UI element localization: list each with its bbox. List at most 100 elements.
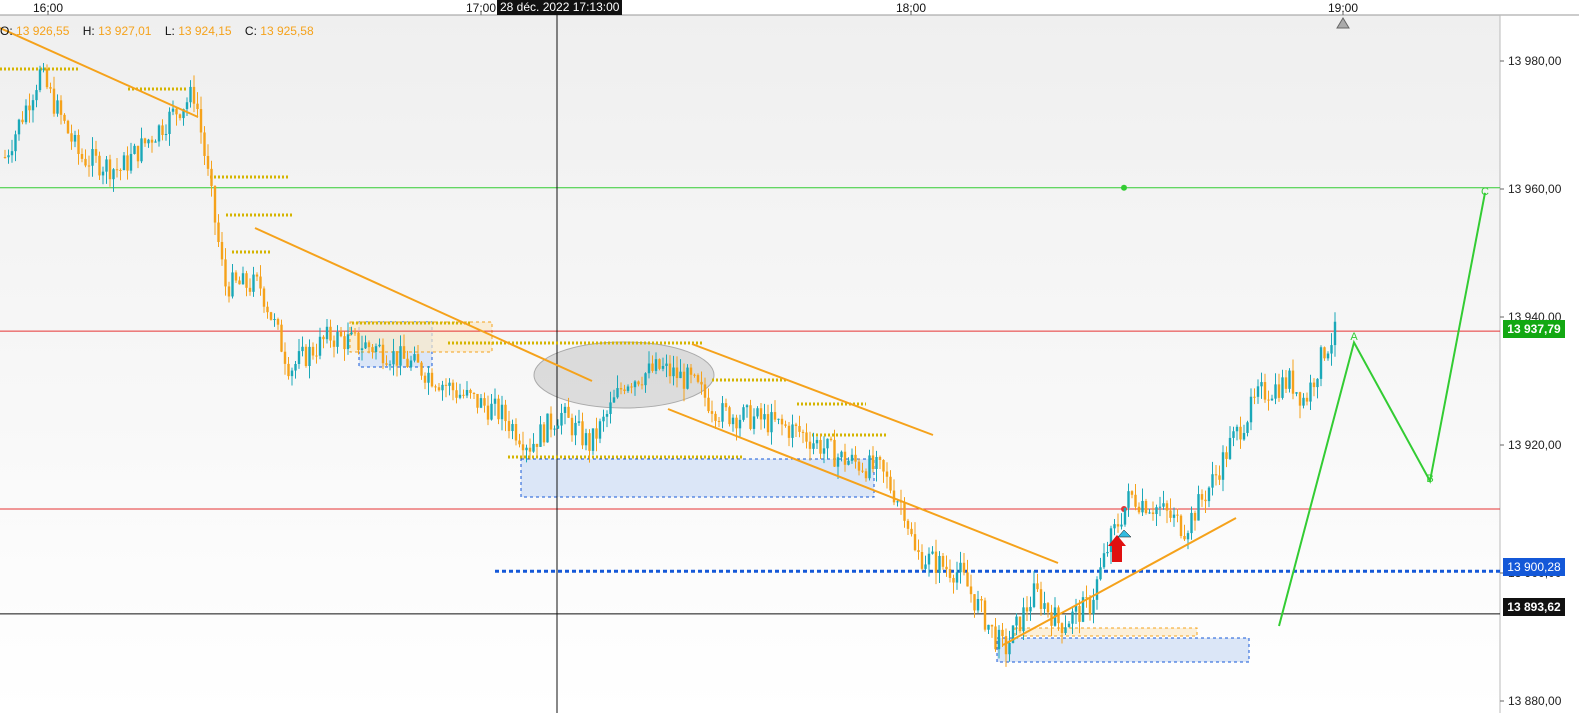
candle-body xyxy=(35,90,38,101)
candle-body xyxy=(1165,503,1169,511)
y-tick-label: 13 880,00 xyxy=(1508,694,1562,708)
candle-body xyxy=(819,439,822,454)
candle-body xyxy=(1291,370,1295,394)
demand-zone-box xyxy=(520,458,875,498)
candle-body xyxy=(882,459,885,472)
candle-body xyxy=(1029,606,1032,612)
candle-body xyxy=(1043,603,1046,609)
candle-body xyxy=(689,367,693,375)
candle-body xyxy=(1151,512,1155,515)
candle-body xyxy=(724,403,728,408)
candle-body xyxy=(511,424,514,432)
candle-body xyxy=(353,332,357,334)
price-chart[interactable]: A B C 16:00 17:00 18:00 19:00 13 880,00 13 900,… xyxy=(0,0,1579,713)
candle-body xyxy=(308,346,311,366)
candle-body xyxy=(500,404,504,420)
candle-body xyxy=(465,389,469,396)
candle-body xyxy=(1193,512,1197,521)
x-tick-label: 16:00 xyxy=(33,1,63,15)
candle-body xyxy=(304,346,308,366)
open-value: 13 926,55 xyxy=(16,24,70,38)
candle-body xyxy=(1186,533,1190,540)
candle-body xyxy=(633,381,637,388)
candle-body xyxy=(262,288,266,307)
candle-body xyxy=(605,413,609,417)
candle-body xyxy=(784,424,787,426)
candle-body xyxy=(112,169,115,180)
candle xyxy=(546,413,549,443)
candle-body xyxy=(1204,499,1207,502)
candle-body xyxy=(1253,396,1256,398)
candle-body xyxy=(717,420,721,422)
candle-body xyxy=(444,384,448,386)
chart-area[interactable]: A B C 16:00 17:00 18:00 19:00 13 880,00 13 900,… xyxy=(0,0,1579,713)
candle-body xyxy=(224,259,227,287)
candle-body xyxy=(927,553,931,565)
candle-body xyxy=(1074,606,1078,612)
candle-body xyxy=(269,312,273,320)
candle-body xyxy=(1225,452,1228,459)
candle-body xyxy=(773,412,777,420)
close-label: C: xyxy=(244,24,257,38)
candle-body xyxy=(1239,426,1242,440)
candle-body xyxy=(868,455,871,479)
crosshair-time-label: 28 déc. 2022 17:13:00 xyxy=(497,0,623,15)
candle-body xyxy=(1211,474,1214,488)
candle-body xyxy=(1295,392,1298,394)
candle-body xyxy=(976,599,980,611)
candle-body xyxy=(476,393,479,408)
candle-body xyxy=(941,555,945,567)
candle-body xyxy=(437,387,441,391)
candle-body xyxy=(350,332,353,335)
candle-body xyxy=(423,375,427,383)
candle-body xyxy=(1134,494,1137,507)
candle-body xyxy=(1200,494,1204,500)
candle-body xyxy=(910,528,913,535)
candle-body xyxy=(668,363,672,377)
candle-body xyxy=(934,551,938,573)
candle-body xyxy=(556,425,560,429)
high-value: 13 927,01 xyxy=(98,24,152,38)
candle-body xyxy=(1008,643,1011,655)
candle-body xyxy=(1071,611,1074,624)
close-value: 13 925,58 xyxy=(260,24,314,38)
candle-body xyxy=(1323,347,1326,359)
candle-body xyxy=(1330,345,1333,354)
candle-body xyxy=(280,324,283,352)
candle-body xyxy=(59,100,63,115)
candle-body xyxy=(175,108,178,115)
candle-body xyxy=(794,424,798,427)
candle-body xyxy=(570,417,574,436)
candle-body xyxy=(133,145,136,154)
candle-body xyxy=(892,490,896,503)
candle-body xyxy=(826,438,829,449)
candle-body xyxy=(1067,623,1071,628)
high-label: H: xyxy=(82,24,95,38)
candle-body xyxy=(560,412,563,426)
candle-body xyxy=(703,384,707,398)
candle-body xyxy=(178,114,182,119)
candle-body xyxy=(948,569,952,578)
candle-body xyxy=(598,421,602,439)
candle-body xyxy=(658,359,661,369)
candle-body xyxy=(1155,507,1158,515)
candle-body xyxy=(143,138,147,144)
candle-body xyxy=(1274,384,1277,399)
candle-body xyxy=(479,398,483,408)
wave-label: A xyxy=(1350,331,1358,343)
candle-body xyxy=(21,119,24,123)
candle-body xyxy=(490,403,493,420)
candle-body xyxy=(623,389,626,391)
candle-body xyxy=(857,461,861,471)
candle-body xyxy=(378,344,381,347)
candle xyxy=(1288,368,1291,393)
candle-body xyxy=(679,371,682,379)
candle-body xyxy=(521,444,525,451)
candle-body xyxy=(311,346,315,356)
candle-body xyxy=(318,336,322,356)
candle-body xyxy=(997,629,1001,650)
candle-body xyxy=(644,373,647,386)
candle-body xyxy=(192,86,196,104)
candle-body xyxy=(220,241,224,260)
candle xyxy=(1179,514,1183,539)
